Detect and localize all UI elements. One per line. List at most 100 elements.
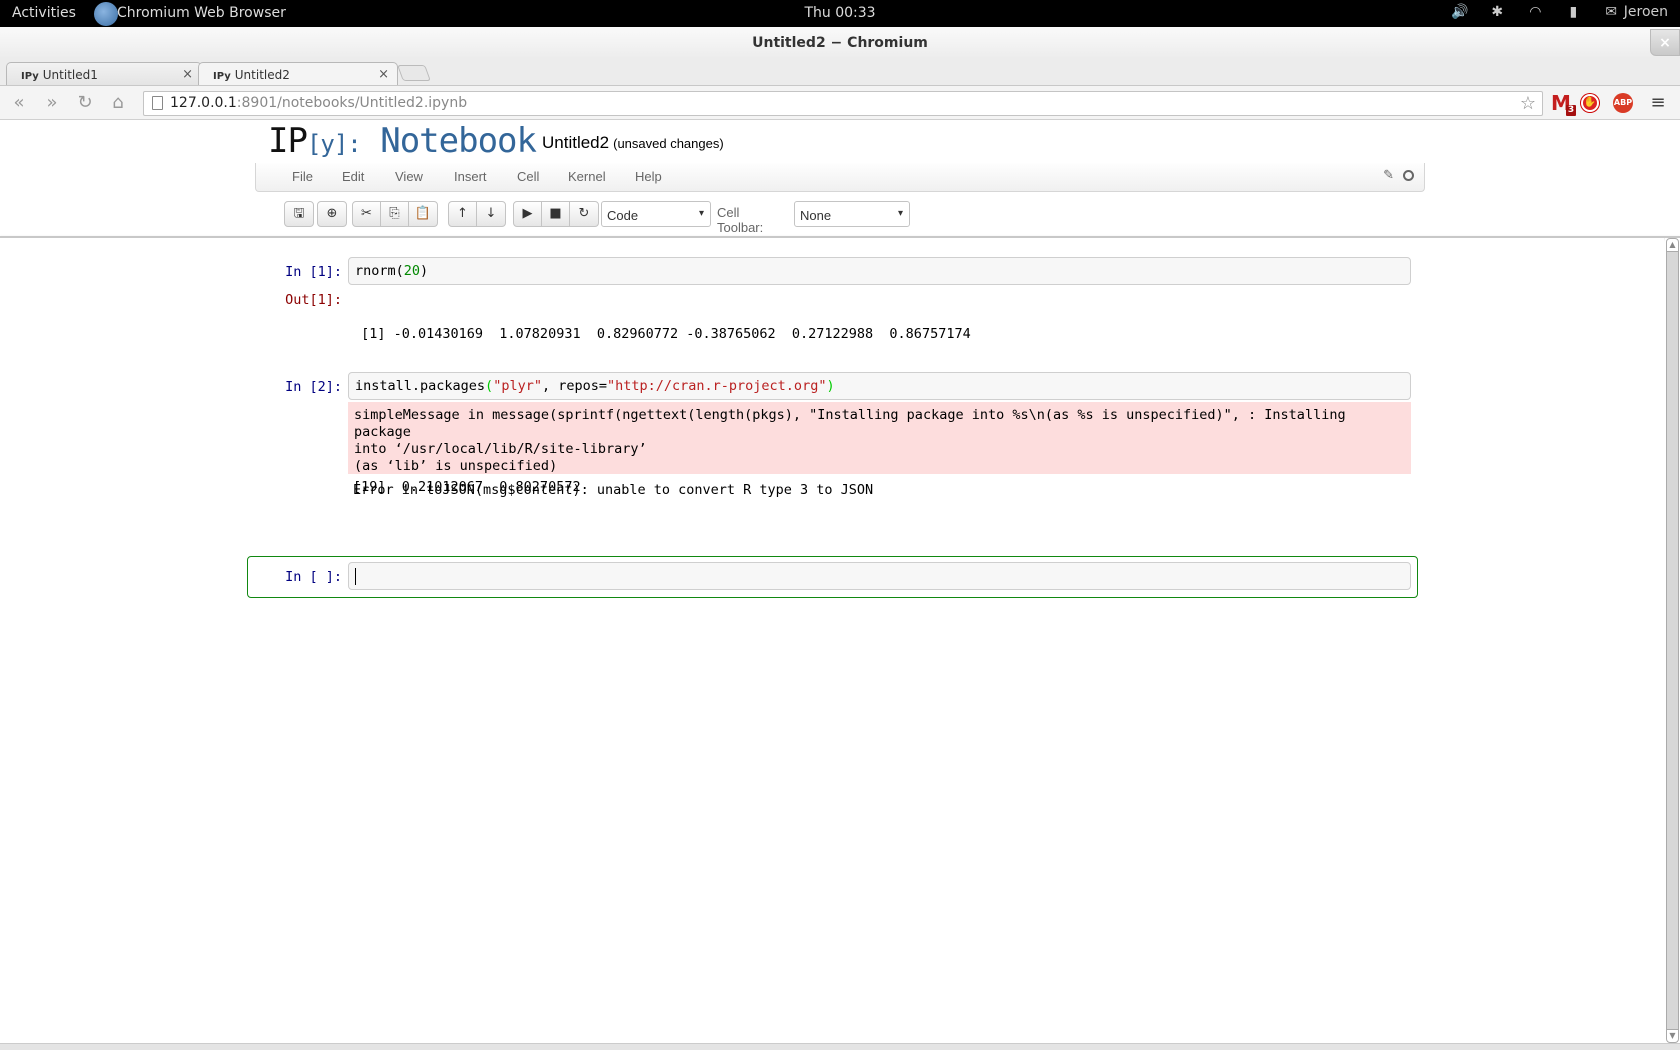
chevron-down-icon: ▾ [897, 208, 903, 219]
move-up-button[interactable]: ↑ [449, 202, 477, 226]
code-token: install.packages [355, 378, 486, 394]
kernel-idle-indicator-icon [1403, 170, 1414, 181]
code-paren: ) [826, 378, 835, 394]
move-down-button[interactable]: ↓ [477, 202, 505, 226]
notebook-name[interactable]: Untitled2 (unsaved changes) [542, 133, 724, 153]
forward-button[interactable]: » [41, 92, 63, 114]
run-group: ▶ ■ ↻ [513, 201, 599, 227]
url-host: 127.0.0.1 [170, 95, 237, 111]
cell-type-value: Code [607, 208, 639, 223]
save-status: (unsaved changes) [613, 136, 724, 151]
interrupt-kernel-button[interactable]: ■ [542, 202, 570, 226]
url-path: :8901/notebooks/Untitled2.ipynb [236, 95, 468, 111]
text-cursor [355, 568, 356, 585]
run-cell-button[interactable]: ▶ [514, 202, 542, 226]
input-prompt: In [1]: [285, 264, 342, 280]
notebook-title[interactable]: Untitled2 [542, 133, 609, 152]
code-number: 20 [403, 263, 421, 279]
ipython-favicon: IPy [21, 71, 39, 82]
browser-toolbar: « » ↻ ⌂ 127.0.0.1:8901/notebooks/Untitle… [0, 85, 1680, 120]
edit-group: ✂ ⎘ 📋 [352, 201, 438, 227]
address-bar[interactable]: 127.0.0.1:8901/notebooks/Untitled2.ipynb… [143, 91, 1543, 116]
adblock-plus-icon[interactable]: ABP [1613, 93, 1633, 113]
code-cell-input[interactable]: rnorm(20) [348, 257, 1411, 285]
scroll-up-arrow-icon[interactable]: ▲ [1666, 238, 1679, 252]
window-titlebar: Untitled2 − Chromium × [0, 27, 1680, 59]
close-icon[interactable]: × [182, 67, 193, 82]
cell-toolbar-label: Cell Toolbar: [717, 205, 764, 235]
new-tab-button[interactable] [397, 65, 431, 81]
gmail-checker-extension[interactable]: M 3 [1550, 92, 1576, 116]
battery-icon[interactable]: ▮ [1565, 4, 1581, 20]
menu-view[interactable]: View [395, 169, 423, 184]
app-menu[interactable]: Chromium Web Browser [117, 5, 286, 21]
menu-edit[interactable]: Edit [342, 169, 364, 184]
menu-help[interactable]: Help [635, 169, 662, 184]
unread-count-badge: 3 [1566, 105, 1576, 116]
edit-mode-pencil-icon: ✎ [1383, 168, 1394, 183]
input-prompt: In [2]: [285, 379, 342, 395]
output-line: [1] -0.01430169 1.07820931 0.82960772 -0… [353, 326, 971, 342]
window-close-button[interactable]: × [1650, 29, 1680, 56]
menu-file[interactable]: File [292, 169, 313, 184]
output-prompt: Out[1]: [285, 292, 342, 308]
bluetooth-icon[interactable]: ✱ [1489, 4, 1505, 20]
user-name: Jeroen [1623, 4, 1668, 20]
save-group: 🖫 [284, 201, 314, 227]
page-icon [152, 96, 163, 110]
error-output: Error in toJSON(msg$content): unable to … [353, 482, 874, 498]
paste-button[interactable]: 📋 [409, 202, 437, 226]
scrollbar-thumb[interactable] [1666, 252, 1679, 1029]
ipython-favicon: IPy [213, 71, 231, 82]
code-token: rnorm( [355, 263, 404, 279]
wifi-icon[interactable]: ◠ [1527, 4, 1543, 20]
tab-untitled1[interactable]: IPy Untitled1 × [6, 62, 202, 85]
menu-insert[interactable]: Insert [454, 169, 487, 184]
chevron-down-icon: ▾ [698, 208, 704, 219]
code-cell-input[interactable]: install.packages("plyr", repos="http://c… [348, 372, 1411, 400]
chat-icon: ✉ [1605, 4, 1618, 20]
move-group: ↑ ↓ [448, 201, 506, 227]
cut-button[interactable]: ✂ [353, 202, 381, 226]
restart-kernel-button[interactable]: ↻ [570, 202, 598, 226]
logo-ip: IP [268, 121, 308, 161]
reload-button[interactable]: ↻ [74, 92, 96, 114]
bookmark-star-icon[interactable]: ☆ [1520, 93, 1536, 114]
menu-kernel[interactable]: Kernel [568, 169, 606, 184]
insert-cell-button[interactable]: ⊕ [318, 202, 346, 226]
volume-icon[interactable]: 🔊 [1451, 4, 1468, 20]
cell-toolbar-select[interactable]: None ▾ [794, 201, 910, 227]
ipython-logo[interactable]: IP[y]: Notebook [268, 121, 537, 161]
tab-title: Untitled2 [234, 68, 290, 82]
cell-toolbar-value: None [800, 208, 832, 223]
code-token: , repos= [541, 378, 607, 394]
insert-group: ⊕ [317, 201, 347, 227]
code-token: ) [420, 263, 429, 279]
code-paren: ( [485, 378, 494, 394]
user-menu[interactable]: ✉ Jeroen [1603, 4, 1668, 20]
chrome-menu-icon[interactable]: ≡ [1648, 92, 1668, 114]
back-button[interactable]: « [8, 92, 30, 114]
system-tray: 🔊 ✱ ◠ ▮ ✉ Jeroen [1451, 4, 1668, 20]
tab-untitled2[interactable]: IPy Untitled2 × [198, 62, 398, 85]
logo-notebook: Notebook [360, 121, 537, 161]
stop-hand-extension-icon[interactable]: ✋ [1581, 94, 1599, 112]
code-cell-input-active[interactable] [348, 562, 1411, 590]
menu-cell[interactable]: Cell [517, 169, 539, 184]
home-button[interactable]: ⌂ [107, 92, 129, 114]
vertical-scrollbar[interactable]: ▲ ▼ [1665, 238, 1680, 1043]
horizontal-scrollbar[interactable] [0, 1043, 1680, 1050]
save-button[interactable]: 🖫 [285, 202, 313, 226]
stderr-output: simpleMessage in message(sprintf(ngettex… [348, 402, 1411, 474]
tab-strip: IPy Untitled1 × IPy Untitled2 × [0, 59, 1680, 85]
close-icon[interactable]: × [378, 67, 389, 82]
input-prompt: In [ ]: [285, 569, 342, 585]
copy-button[interactable]: ⎘ [381, 202, 409, 226]
clock[interactable]: Thu 00:33 [804, 5, 875, 21]
code-string: "plyr" [493, 378, 542, 394]
tab-title: Untitled1 [42, 68, 98, 82]
scroll-down-arrow-icon[interactable]: ▼ [1666, 1029, 1679, 1043]
window-title: Untitled2 − Chromium [752, 35, 928, 51]
activities-button[interactable]: Activities [12, 5, 76, 21]
cell-type-select[interactable]: Code ▾ [601, 201, 711, 227]
